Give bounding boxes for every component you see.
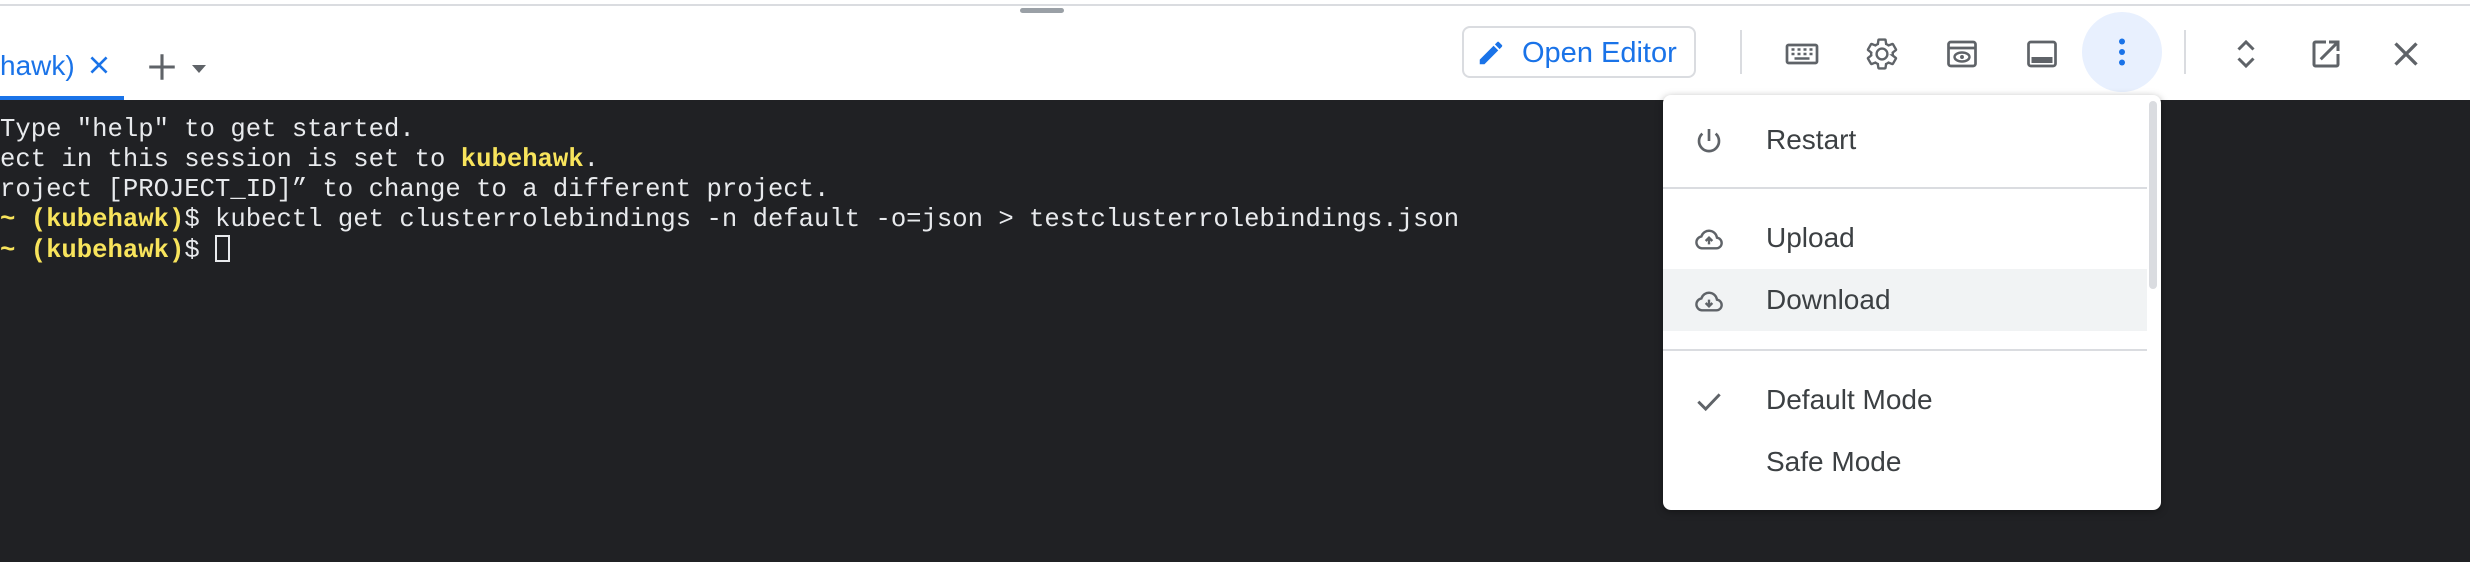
menu-divider — [1663, 349, 2147, 351]
terminal-line: roject [PROJECT_ID]” to change to a diff… — [0, 175, 830, 204]
more-vert-icon — [2119, 38, 2125, 66]
resize-handle[interactable] — [1020, 8, 1064, 13]
toolbar-divider — [1740, 30, 1742, 74]
menu-divider — [1663, 187, 2147, 189]
terminal-cursor — [215, 235, 231, 262]
open-new-window-icon[interactable] — [2308, 36, 2344, 72]
terminal-tab[interactable]: hawk) — [0, 6, 124, 100]
terminal-prompt-line: ~ (kubehawk)$ — [0, 235, 231, 266]
menu-item-default-mode[interactable]: Default Mode — [1663, 369, 2147, 431]
open-editor-button[interactable]: Open Editor — [1462, 26, 1696, 78]
gear-icon[interactable] — [1864, 36, 1900, 72]
more-options-button[interactable] — [2082, 12, 2162, 92]
web-preview-icon[interactable] — [1944, 36, 1980, 72]
cloud-shell-header: hawk) Open Editor — [0, 6, 2470, 100]
close-icon[interactable] — [86, 52, 112, 78]
open-editor-label: Open Editor — [1522, 37, 1677, 69]
power-icon — [1693, 125, 1725, 157]
unfold-icon[interactable] — [2228, 36, 2264, 72]
terminal-line: Type "help" to get started. — [0, 115, 415, 144]
terminal-prompt-line: ~ (kubehawk)$ kubectl get clusterrolebin… — [0, 205, 1460, 234]
chevron-down-icon[interactable] — [190, 62, 208, 74]
cloud-download-icon — [1693, 285, 1725, 317]
check-icon — [1693, 385, 1725, 417]
plus-icon[interactable] — [145, 50, 179, 84]
menu-item-upload[interactable]: Upload — [1663, 207, 2147, 269]
panel-icon[interactable] — [2024, 36, 2060, 72]
menu-item-safe-mode[interactable]: Safe Mode — [1663, 431, 2147, 493]
more-options-menu: Restart Upload Download Default Mode Saf… — [1663, 95, 2161, 510]
pencil-icon — [1476, 38, 1506, 68]
menu-item-restart[interactable]: Restart — [1663, 109, 2147, 171]
menu-item-download[interactable]: Download — [1663, 269, 2147, 331]
terminal-line: ect in this session is set to kubehawk. — [0, 145, 599, 174]
toolbar-divider — [2184, 30, 2186, 74]
cloud-upload-icon — [1693, 223, 1725, 255]
close-icon[interactable] — [2388, 36, 2424, 72]
keyboard-icon[interactable] — [1784, 36, 1820, 72]
tab-label: hawk) — [0, 50, 75, 81]
menu-scrollbar[interactable] — [2149, 101, 2157, 289]
